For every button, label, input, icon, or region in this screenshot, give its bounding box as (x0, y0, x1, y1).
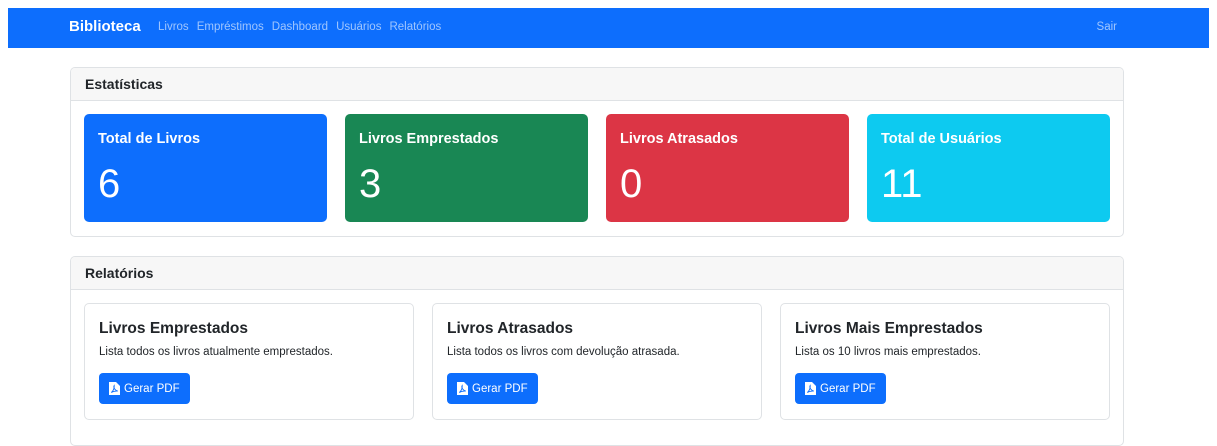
report-title: Livros Atrasados (447, 320, 574, 337)
report-livros-atrasados: Livros Atrasados Lista todos os livros c… (432, 303, 762, 420)
stat-total-livros: Total de Livros 6 (84, 114, 327, 222)
report-description: Lista todos os livros com devolução atra… (447, 346, 680, 358)
button-label: Gerar PDF (472, 382, 528, 395)
file-pdf-icon (457, 382, 468, 395)
stat-title: Livros Emprestados (359, 131, 499, 147)
stats-header: Estatísticas (71, 68, 1123, 101)
stat-title: Livros Atrasados (620, 131, 738, 147)
generate-pdf-button[interactable]: Gerar PDF (795, 373, 886, 404)
generate-pdf-button[interactable]: Gerar PDF (99, 373, 190, 404)
report-title: Livros Mais Emprestados (795, 320, 983, 337)
nav-link-dashboard[interactable]: Dashboard (272, 19, 328, 35)
top-navbar: Biblioteca Livros Empréstimos Dashboard … (8, 8, 1209, 48)
nav-link-livros[interactable]: Livros (158, 19, 189, 35)
file-pdf-icon (109, 382, 120, 395)
report-description: Lista os 10 livros mais emprestados. (795, 346, 981, 358)
report-livros-mais-emprestados: Livros Mais Emprestados Lista os 10 livr… (780, 303, 1110, 420)
nav-link-emprestimos[interactable]: Empréstimos (197, 19, 264, 35)
stat-title: Total de Livros (98, 131, 201, 147)
reports-header: Relatórios (71, 257, 1123, 290)
stat-title: Total de Usuários (881, 131, 1002, 147)
stat-value: 11 (881, 162, 923, 206)
report-description: Lista todos os livros atualmente emprest… (99, 346, 333, 358)
stats-card: Estatísticas Total de Livros 6 Livros Em… (70, 67, 1124, 237)
report-title: Livros Emprestados (99, 320, 249, 337)
button-label: Gerar PDF (124, 382, 180, 395)
stat-livros-atrasados: Livros Atrasados 0 (606, 114, 849, 222)
report-livros-emprestados: Livros Emprestados Lista todos os livros… (84, 303, 414, 420)
stat-livros-emprestados: Livros Emprestados 3 (345, 114, 588, 222)
button-label: Gerar PDF (820, 382, 876, 395)
nav-link-relatorios[interactable]: Relatórios (389, 19, 441, 35)
file-pdf-icon (805, 382, 816, 395)
stat-value: 3 (359, 162, 382, 206)
stat-total-usuarios: Total de Usuários 11 (867, 114, 1110, 222)
reports-card: Relatórios Livros Emprestados Lista todo… (70, 256, 1124, 446)
logout-link[interactable]: Sair (1097, 19, 1117, 35)
nav-link-usuarios[interactable]: Usuários (336, 19, 381, 35)
stat-value: 6 (98, 162, 121, 206)
generate-pdf-button[interactable]: Gerar PDF (447, 373, 538, 404)
brand-link[interactable]: Biblioteca (69, 17, 141, 37)
stat-value: 0 (620, 162, 643, 206)
nav-links: Livros Empréstimos Dashboard Usuários Re… (158, 19, 441, 35)
